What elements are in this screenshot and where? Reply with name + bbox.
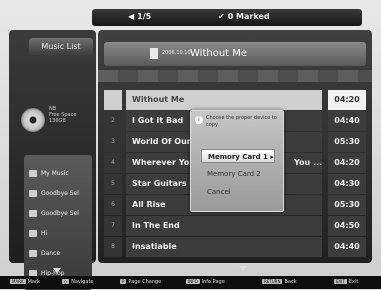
key-hint-label: Page Change (128, 279, 162, 285)
track-row[interactable]: 7 In The End 04:50 (104, 216, 366, 237)
key-hint-back: RETURN Back (262, 279, 297, 285)
mark-key-icon: MARK (10, 279, 26, 284)
disc-icon (21, 108, 45, 132)
folder-icon (29, 250, 37, 257)
track-number: 4 (104, 153, 122, 173)
page-icon: ◀ (128, 12, 135, 21)
page-key-icon: P (120, 279, 127, 284)
track-title: Without Me (126, 90, 322, 110)
check-icon: ✔ (218, 12, 225, 21)
column-header-bar (98, 70, 372, 82)
track-title: Insatiable (126, 237, 322, 257)
track-title-text: Wherever You (132, 158, 195, 167)
info-icon: i (195, 116, 203, 124)
track-number: 7 (104, 216, 122, 236)
track-duration: 04:20 (328, 153, 366, 173)
track-row[interactable]: Without Me 04:20 (104, 90, 366, 111)
memory-card-2-option[interactable]: Memory Card 2 (201, 167, 275, 181)
key-hint-label: Back (284, 279, 297, 285)
folder-icon (29, 230, 37, 237)
free-space-value: 136GB (49, 118, 66, 124)
option-label: Memory Card 1 (208, 153, 268, 161)
return-key-icon: RETURN (262, 279, 283, 284)
chevron-right-icon: ▸ (270, 153, 274, 161)
key-hint-navigate: ◇ Navigate (62, 279, 94, 285)
track-number: 3 (104, 132, 122, 152)
track-row[interactable]: 8 Insatiable 04:40 (104, 237, 366, 258)
key-hint-label: Exit (348, 279, 359, 285)
track-duration: 04:40 (328, 111, 366, 131)
sidebar-item-hi[interactable]: Hi (29, 227, 47, 241)
now-playing-title: Without Me (190, 48, 248, 59)
music-note-icon (150, 48, 158, 59)
remote-key-guide: MARK Mark ◇ Navigate P Page Change INFO Info… (0, 276, 381, 289)
sidebar-item-goodbye-2[interactable]: Goodbye Sel (29, 207, 79, 221)
option-label: Memory Card 2 (207, 170, 261, 178)
tv-screen: ◀ 1/5 ✔ 0 Marked Music List NB Free Space … (0, 0, 381, 290)
track-number: 6 (104, 195, 122, 215)
list-scroll-down-icon[interactable] (239, 266, 247, 271)
storage-info: NB Free Space 136GB (49, 106, 76, 124)
folder-icon (29, 170, 37, 177)
sidebar-item-goodbye-1[interactable]: Goodbye Sel (29, 187, 79, 201)
option-label: Cancel (207, 188, 231, 196)
tab-music-list[interactable]: Music List (29, 38, 93, 55)
key-hint-label: Mark (27, 279, 40, 285)
track-title-suffix: You ... (294, 158, 322, 167)
key-hint-mark: MARK Mark (10, 279, 40, 285)
page-info-text: 1/5 (137, 12, 152, 21)
track-duration: 04:30 (328, 174, 366, 194)
track-number: 5 (104, 174, 122, 194)
key-hint-label: Info Page (201, 279, 225, 285)
key-hint-info: INFO Info Page (186, 279, 225, 285)
sidebar-item-my-music[interactable]: My Music (29, 167, 69, 181)
folder-icon (29, 210, 37, 217)
page-indicator: ◀ 1/5 (128, 12, 151, 21)
sidebar-item-label: Dance (41, 250, 61, 257)
marked-count-text: 0 Marked (227, 12, 270, 21)
now-playing-header: 2006.10.10 Without Me (104, 42, 366, 66)
header-date: 2006.10.10 (162, 50, 191, 56)
navigate-key-icon: ◇ (62, 279, 70, 284)
key-hint-exit: EXIT Exit (334, 279, 358, 285)
scroll-down-icon[interactable] (53, 268, 61, 273)
track-duration: 05:30 (328, 195, 366, 215)
sidebar-item-label: Goodbye Sel (41, 210, 79, 217)
track-duration: 04:50 (328, 216, 366, 236)
sidebar: Music List NB Free Space 136GB My Music … (9, 30, 96, 290)
folder-icon (29, 190, 37, 197)
info-key-icon: INFO (186, 279, 200, 284)
cancel-option[interactable]: Cancel (201, 185, 275, 199)
copy-device-dialog: i Choose the proper device to copy. Memo… (190, 110, 284, 212)
sidebar-item-label: My Music (41, 170, 69, 177)
sidebar-item-label: Hi (41, 230, 48, 237)
key-hint-page: P Page Change (120, 279, 161, 285)
exit-key-icon: EXIT (334, 279, 347, 284)
dialog-message: Choose the proper device to copy. (206, 115, 277, 128)
track-number: 8 (104, 237, 122, 257)
track-number: 2 (104, 111, 122, 131)
marked-indicator: ✔ 0 Marked (218, 12, 270, 21)
key-hint-label: Navigate (71, 279, 94, 285)
sidebar-item-dance[interactable]: Dance (29, 247, 60, 261)
memory-card-1-option[interactable]: Memory Card 1 ▸ (201, 149, 275, 163)
track-duration: 04:40 (328, 237, 366, 257)
track-duration: 04:20 (328, 90, 366, 110)
sidebar-item-label: Goodbye Sel (41, 190, 79, 197)
track-number (104, 90, 122, 110)
top-status-bar: ◀ 1/5 ✔ 0 Marked (92, 9, 362, 26)
track-duration: 05:30 (328, 132, 366, 152)
track-title: In The End (126, 216, 322, 236)
